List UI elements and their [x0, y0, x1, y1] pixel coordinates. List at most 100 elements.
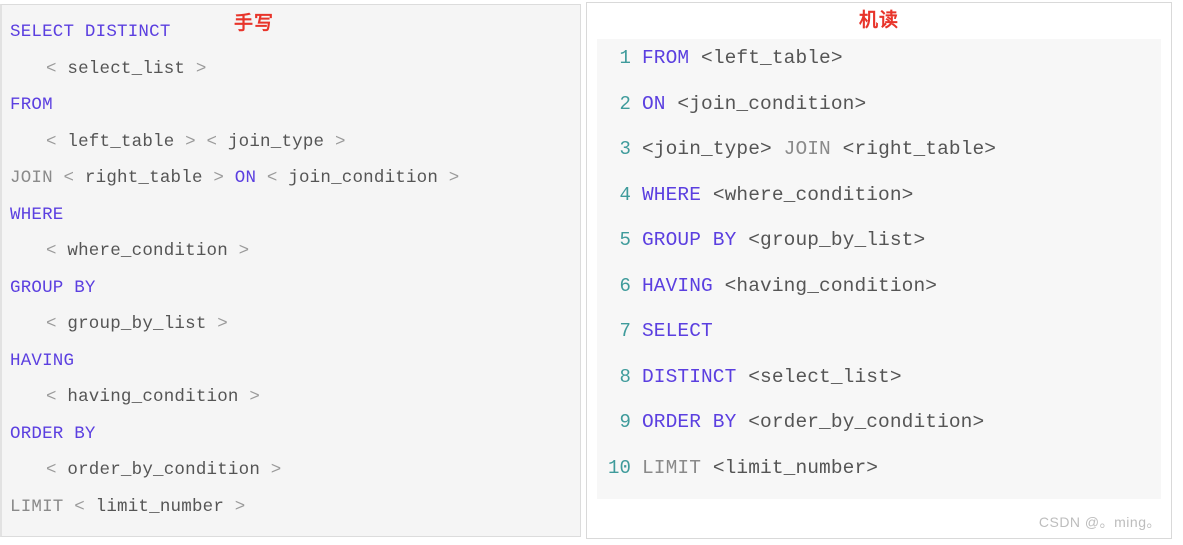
numbered-sql-line: 10 LIMIT <limit_number> [597, 457, 1161, 500]
sql-token: <where_condition> [712, 183, 914, 206]
sql-token: < [74, 496, 85, 517]
sql-token: > [249, 387, 261, 407]
sql-token: having_condition [56, 387, 250, 407]
numbered-sql-line: 1 FROM <left_table> [597, 47, 1161, 93]
sql-token: <left_table> [701, 47, 843, 69]
sql-line: < group_by_list > [10, 306, 580, 343]
sql-line: < left_table > < join_type > [10, 124, 580, 161]
line-number: 5 [619, 229, 631, 251]
sql-token: > [195, 58, 207, 79]
sql-token: LIMIT [10, 496, 64, 517]
sql-token: <having_condition> [724, 274, 938, 297]
sql-line: FROM [10, 87, 580, 124]
sql-token: > [185, 131, 196, 152]
sql-token: where_condition [56, 241, 239, 261]
sql-token: LIMIT [642, 456, 702, 479]
sql-line-source: LIMIT <limit_number> [642, 457, 1161, 479]
sql-line-source: GROUP BY <group_by_list> [642, 229, 1161, 251]
sql-token: GROUP BY [10, 277, 96, 298]
sql-line: LIMIT < limit_number > [10, 489, 580, 526]
line-number: 1 [619, 47, 631, 69]
sql-line-source: SELECT [642, 320, 1161, 342]
line-number: 7 [619, 320, 631, 342]
sql-token: > [238, 241, 250, 261]
sql-token: < [63, 168, 75, 188]
sql-token: > [270, 460, 282, 480]
sql-token: FROM [10, 95, 53, 115]
sql-token: <group_by_list> [748, 229, 926, 251]
line-number: 9 [619, 411, 631, 433]
line-number: 4 [619, 183, 631, 206]
sql-token: < [46, 241, 57, 261]
sql-token: < [206, 131, 218, 152]
sql-line-source: WHERE <where_condition> [642, 184, 1161, 206]
sql-token: SELECT [642, 320, 713, 342]
numbered-sql-line: 4 WHERE <where_condition> [597, 184, 1161, 230]
sql-line-source: FROM <left_table> [642, 47, 1161, 69]
sql-execution-order-figure: 手写 SELECT DISTINCT < select_list > FROM < l… [0, 0, 1183, 545]
line-number: 6 [619, 274, 631, 297]
numbered-sql-line: 2 ON <join_condition> [597, 93, 1161, 139]
numbered-sql-line: 9 ORDER BY <order_by_condition> [597, 411, 1161, 457]
sql-line: JOIN < right_table > ON < join_condition… [10, 160, 580, 197]
sql-token: join_type [217, 131, 335, 152]
sql-token: WHERE [10, 204, 64, 225]
sql-token: order_by_condition [56, 460, 271, 480]
sql-token: DISTINCT [642, 365, 737, 388]
sql-token: > [334, 131, 346, 152]
sql-line: WHERE [10, 197, 580, 234]
csdn-watermark: CSDN @。ming。 [1038, 514, 1161, 530]
sql-token: select_list [56, 58, 196, 79]
sql-token: WHERE [642, 183, 702, 206]
sql-token: < [46, 131, 57, 152]
numbered-sql-line: 7 SELECT [597, 320, 1161, 366]
handwritten-label: 手写 [234, 12, 275, 34]
handwritten-sql-panel: 手写 SELECT DISTINCT < select_list > FROM < l… [0, 4, 581, 537]
sql-line-source: DISTINCT <select_list> [642, 366, 1161, 388]
sql-token: join_condition [277, 168, 449, 188]
sql-token: right_table [74, 168, 214, 188]
sql-line-source: HAVING <having_condition> [642, 275, 1161, 297]
sql-token: left_table [56, 131, 186, 152]
sql-line: SELECT DISTINCT [10, 14, 580, 51]
machine-read-sql-panel: 机读 1 FROM <left_table> 2 ON <join_condition… [586, 2, 1172, 539]
sql-token: ON [234, 168, 257, 188]
sql-line: ORDER BY [10, 416, 580, 453]
sql-token: > [217, 314, 228, 334]
sql-token: ORDER BY [642, 411, 737, 433]
sql-token: ON [642, 92, 666, 115]
sql-token: <join_condition> [677, 92, 867, 115]
sql-line-source: ON <join_condition> [642, 93, 1161, 115]
sql-line: < where_condition > [10, 233, 580, 270]
numbered-sql-line: 6 HAVING <having_condition> [597, 275, 1161, 321]
sql-token: > [234, 496, 246, 517]
sql-token: limit_number [84, 496, 235, 517]
sql-token: < [46, 387, 57, 407]
sql-token: <join_type> [642, 138, 772, 160]
numbered-sql-line: 5 GROUP BY <group_by_list> [597, 229, 1161, 275]
numbered-sql-line: 8 DISTINCT <select_list> [597, 366, 1161, 412]
sql-token: > [448, 168, 460, 188]
sql-line: GROUP BY [10, 270, 580, 307]
sql-token: <select_list> [748, 365, 902, 388]
sql-token: FROM [642, 47, 690, 69]
sql-token: < [46, 314, 57, 334]
sql-token: > [213, 168, 225, 188]
sql-line: HAVING [10, 343, 580, 380]
sql-line-source: <join_type> JOIN <right_table> [642, 138, 1161, 160]
sql-token: <right_table> [842, 138, 997, 160]
